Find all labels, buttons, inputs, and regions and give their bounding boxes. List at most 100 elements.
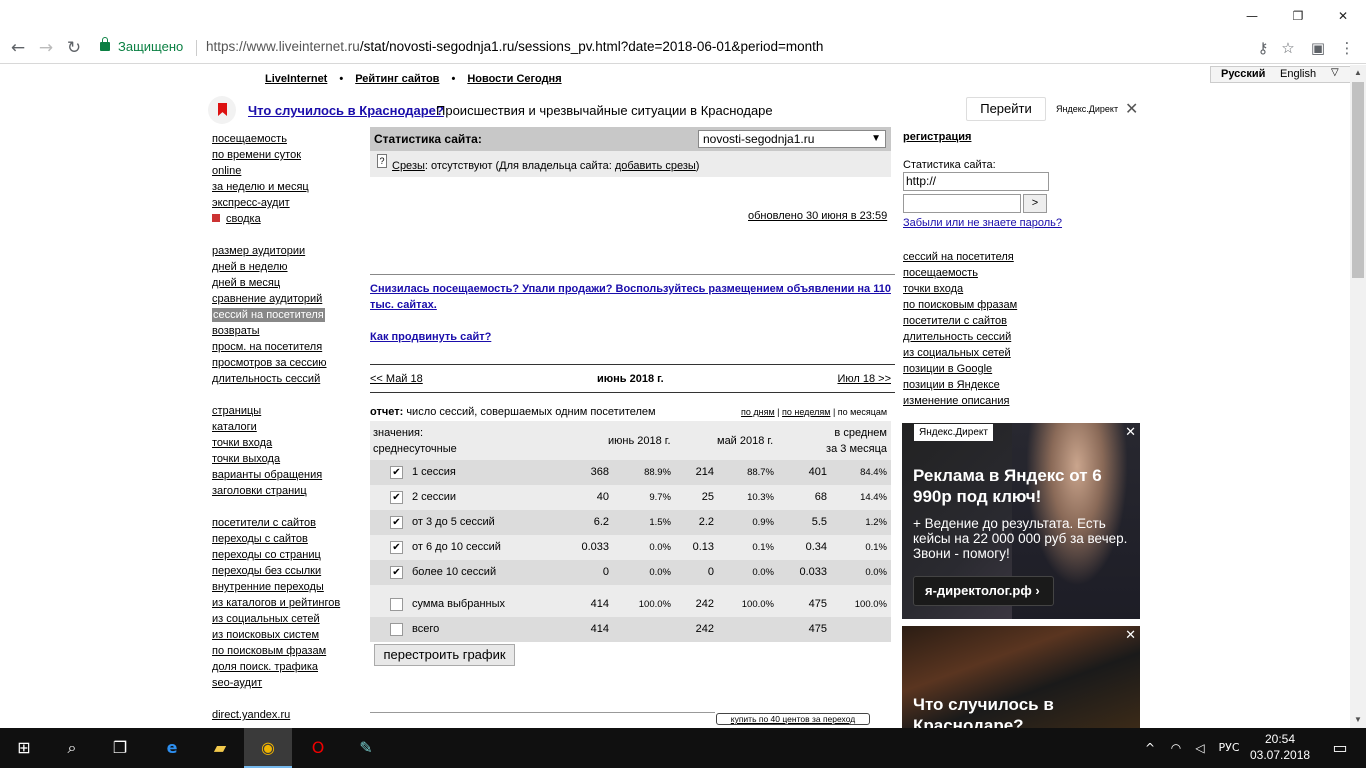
reload-icon[interactable]: ↻	[61, 35, 87, 61]
registration-link[interactable]: регистрация	[903, 131, 971, 143]
right-link[interactable]: изменение описания	[903, 394, 1017, 410]
menu-link[interactable]: размер аудитории	[212, 244, 352, 260]
menu-link[interactable]: по времени суток	[212, 148, 352, 164]
menu-link[interactable]: переходы с сайтов	[212, 532, 352, 548]
menu-link[interactable]: заголовки страниц	[212, 484, 352, 500]
password-input[interactable]	[903, 194, 1021, 213]
menu-link[interactable]: online	[212, 164, 352, 180]
menu-link-summary[interactable]: сводка	[212, 212, 352, 228]
task-view-icon[interactable]: ❐	[96, 728, 144, 768]
notifications-icon[interactable]: ▭	[1316, 728, 1364, 768]
lang-ru[interactable]: Русский	[1221, 68, 1265, 80]
minimize-icon[interactable]: —	[1229, 0, 1275, 32]
right-link[interactable]: точки входа	[903, 282, 1017, 298]
volume-icon[interactable]: ◁	[1188, 728, 1212, 768]
checkbox[interactable]: ✔	[390, 516, 403, 529]
topnav-rating[interactable]: Рейтинг сайтов	[355, 73, 439, 85]
menu-link[interactable]: переходы со страниц	[212, 548, 352, 564]
scroll-up-icon[interactable]: ▲	[1350, 65, 1366, 81]
checkbox[interactable]: ✔	[390, 541, 403, 554]
windows-start-icon[interactable]: ⊞	[0, 728, 48, 768]
prev-month-link[interactable]: << Май 18	[370, 373, 423, 385]
menu-link[interactable]: по поисковым фразам	[212, 644, 352, 660]
menu-icon[interactable]: ⋮	[1335, 36, 1359, 60]
topnav-news[interactable]: Новости Сегодня	[467, 73, 561, 85]
site-url-input[interactable]: http://	[903, 172, 1049, 191]
ad-headline-link[interactable]: Что случилось в Краснодаре?	[248, 103, 444, 118]
right-link[interactable]: из социальных сетей	[903, 346, 1017, 362]
right-link[interactable]: посетители с сайтов	[903, 314, 1017, 330]
checkbox[interactable]: ✔	[390, 466, 403, 479]
right-link[interactable]: сессий на посетителя	[903, 250, 1017, 266]
menu-link[interactable]: длительность сессий	[212, 372, 352, 388]
menu-link[interactable]: за неделю и месяц	[212, 180, 352, 196]
menu-link[interactable]: страницы	[212, 404, 352, 420]
menu-link[interactable]: из социальных сетей	[212, 612, 352, 628]
menu-link[interactable]: дней в месяц	[212, 276, 352, 292]
clock[interactable]: 20:54 03.07.2018	[1250, 731, 1310, 763]
ad-banner-direct[interactable]: Яндекс.Директ ✕ Реклама в Яндекс от 6 99…	[902, 423, 1140, 619]
edge-icon[interactable]: e	[148, 728, 196, 768]
menu-link-active[interactable]: сессий на посетителя	[212, 308, 352, 324]
back-icon[interactable]: ←	[5, 35, 31, 61]
search-icon[interactable]: ⌕	[48, 728, 96, 768]
promote-site-link[interactable]: Как продвинуть сайт?	[370, 329, 895, 345]
ad-banner-krasnodar[interactable]: ✕ Что случилось в Краснодаре?	[902, 626, 1140, 728]
checkbox-sum[interactable]	[390, 598, 403, 611]
close-icon[interactable]: ✕	[1125, 99, 1138, 118]
opera-icon[interactable]: O	[294, 728, 342, 768]
menu-link[interactable]: дней в неделю	[212, 260, 352, 276]
file-explorer-icon[interactable]: ▰	[196, 728, 244, 768]
promo-link[interactable]: Снизилась посещаемость? Упали продажи? В…	[370, 281, 895, 313]
lang-en[interactable]: English	[1280, 68, 1316, 80]
right-link[interactable]: посещаемость	[903, 266, 1017, 282]
star-icon[interactable]: ☆	[1276, 36, 1300, 60]
checkbox-total[interactable]	[390, 623, 403, 636]
buy-clicks-link[interactable]: купить по 40 центов за переход	[716, 713, 870, 725]
ad-go-button[interactable]: Перейти	[966, 97, 1046, 121]
chrome-icon[interactable]: ◉	[244, 728, 292, 768]
forward-icon[interactable]: →	[33, 35, 59, 61]
network-icon[interactable]: ◠	[1164, 728, 1188, 768]
menu-link[interactable]: seo-аудит	[212, 676, 352, 692]
close-icon[interactable]: ✕	[1125, 628, 1136, 643]
menu-link[interactable]: просмотров за сессию	[212, 356, 352, 372]
srezy-link[interactable]: Срезы	[392, 160, 425, 172]
rebuild-chart-button[interactable]: перестроить график	[374, 644, 515, 666]
forgot-password-link[interactable]: Забыли или не знаете пароль?	[903, 217, 1062, 229]
input-language[interactable]: РУС	[1212, 728, 1246, 768]
menu-link[interactable]: варианты обращения	[212, 468, 352, 484]
scroll-down-icon[interactable]: ▼	[1350, 712, 1366, 728]
scroll-thumb[interactable]	[1352, 82, 1364, 278]
key-icon[interactable]: ⚷	[1251, 36, 1275, 60]
right-link[interactable]: по поисковым фразам	[903, 298, 1017, 314]
menu-link[interactable]: переходы без ссылки	[212, 564, 352, 580]
period-weeks-link[interactable]: по неделям	[782, 407, 830, 417]
menu-link[interactable]: точки выхода	[212, 452, 352, 468]
menu-link[interactable]: экспресс-аудит	[212, 196, 352, 212]
maximize-icon[interactable]: ❐	[1275, 0, 1321, 32]
help-icon[interactable]: ?	[377, 154, 387, 168]
ad-button[interactable]: я-директолог.рф ›	[913, 576, 1054, 606]
next-month-link[interactable]: Июл 18 >>	[837, 373, 891, 385]
menu-link[interactable]: возвраты	[212, 324, 352, 340]
add-srezy-link[interactable]: добавить срезы	[615, 160, 696, 172]
menu-link[interactable]: из поисковых систем	[212, 628, 352, 644]
menu-link[interactable]: direct.yandex.ru	[212, 708, 352, 724]
right-link[interactable]: длительность сессий	[903, 330, 1017, 346]
menu-link[interactable]: посетители с сайтов	[212, 516, 352, 532]
menu-link[interactable]: посещаемость	[212, 132, 352, 148]
menu-link[interactable]: точки входа	[212, 436, 352, 452]
login-go-button[interactable]: >	[1023, 194, 1047, 213]
checkbox[interactable]: ✔	[390, 491, 403, 504]
menu-link[interactable]: просм. на посетителя	[212, 340, 352, 356]
menu-link[interactable]: каталоги	[212, 420, 352, 436]
updated-link[interactable]: обновлено 30 июня в 23:59	[748, 210, 887, 222]
menu-link[interactable]: сравнение аудиторий	[212, 292, 352, 308]
lang-dropdown-icon[interactable]: ▽	[1331, 67, 1339, 78]
address-bar[interactable]: https://www.liveinternet.ru/stat/novosti…	[206, 39, 823, 54]
site-select[interactable]: novosti-segodnja1.ru ▼	[698, 130, 886, 148]
menu-link[interactable]: внутренние переходы	[212, 580, 352, 596]
close-icon[interactable]: ✕	[1125, 425, 1136, 440]
period-days-link[interactable]: по дням	[741, 407, 775, 417]
